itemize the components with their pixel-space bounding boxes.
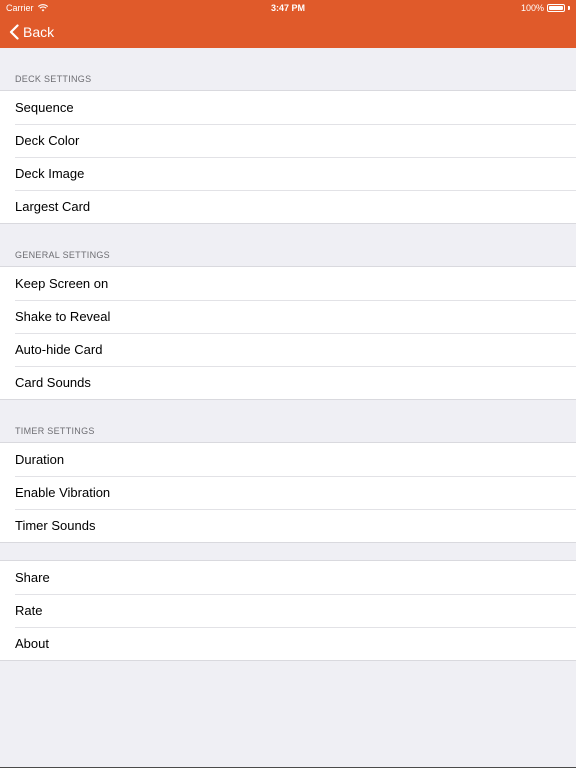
sections-container: DECK SETTINGS Sequence Deck Color Deck Imag… <box>0 48 576 661</box>
back-label: Back <box>23 24 55 40</box>
section-header: DECK SETTINGS <box>15 74 92 84</box>
top-bar: Carrier 3:47 PM 100% Back <box>0 0 576 48</box>
settings-row-enable-vibration[interactable]: Enable Vibration <box>0 476 576 509</box>
settings-row-about[interactable]: About <box>0 627 576 660</box>
settings-group: Sequence Deck Color Deck Image Largest Card <box>0 90 576 224</box>
section-header <box>0 543 576 560</box>
settings-row-largest-card[interactable]: Largest Card <box>0 190 576 223</box>
settings-group: Share Rate About <box>0 560 576 661</box>
settings-row-sequence[interactable]: Sequence <box>0 91 576 124</box>
section-header: GENERAL SETTINGS <box>15 250 110 260</box>
settings-row-share[interactable]: Share <box>0 561 576 594</box>
nav-bar: Back <box>0 16 576 48</box>
settings-list: DECK SETTINGS Sequence Deck Color Deck Imag… <box>0 48 576 661</box>
settings-row-deck-image[interactable]: Deck Image <box>0 157 576 190</box>
status-bar: Carrier 3:47 PM 100% <box>0 0 576 16</box>
settings-row-shake-to-reveal[interactable]: Shake to Reveal <box>0 300 576 333</box>
settings-row-keep-screen-on[interactable]: Keep Screen on <box>0 267 576 300</box>
settings-row-card-sounds[interactable]: Card Sounds <box>0 366 576 399</box>
settings-group: Keep Screen on Shake to Reveal Auto-hide C… <box>0 266 576 400</box>
status-time: 3:47 PM <box>270 3 305 13</box>
settings-row-rate[interactable]: Rate <box>0 594 576 627</box>
settings-row-duration[interactable]: Duration <box>0 443 576 476</box>
back-button[interactable]: Back <box>9 16 54 48</box>
settings-group: Duration Enable Vibration Timer Sounds <box>0 442 576 543</box>
settings-row-deck-color[interactable]: Deck Color <box>0 124 576 157</box>
battery-percent: 100% <box>520 3 544 13</box>
battery-fill <box>549 6 563 10</box>
status-right: 100% <box>521 0 570 16</box>
battery-tip <box>568 6 570 10</box>
chevron-left-icon <box>9 24 19 40</box>
battery-icon <box>547 4 565 12</box>
settings-row-auto-hide-card[interactable]: Auto-hide Card <box>0 333 576 366</box>
settings-row-timer-sounds[interactable]: Timer Sounds <box>0 509 576 542</box>
section-header: TIMER SETTINGS <box>15 426 95 436</box>
